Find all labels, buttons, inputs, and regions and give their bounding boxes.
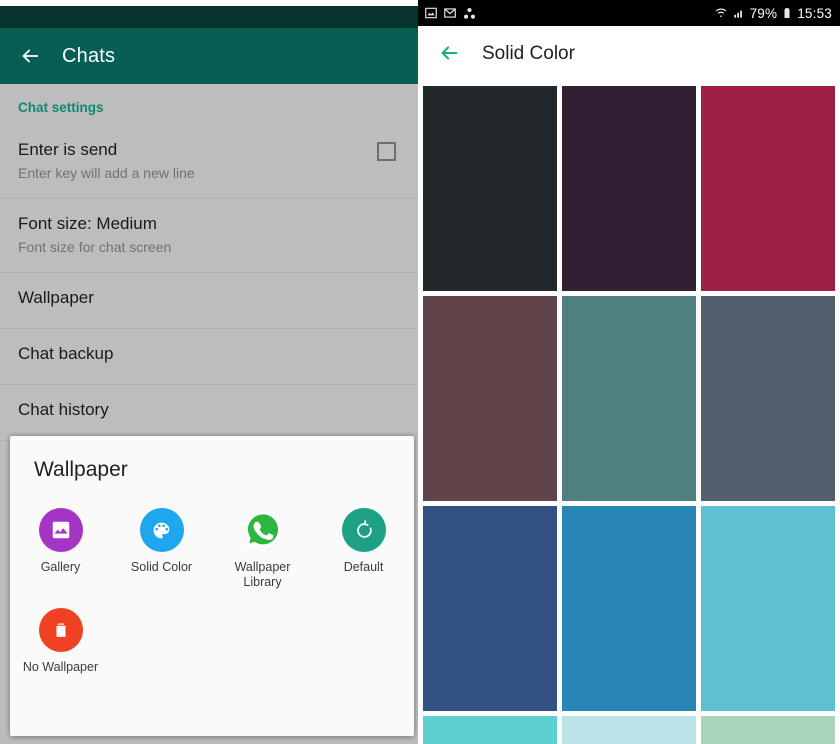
wifi-icon [714,6,728,20]
color-swatch-slate-blue[interactable] [701,296,835,501]
wallpaper-option-label: Wallpaper Library [234,560,291,589]
restore-icon [341,508,386,552]
wallpaper-dialog: Wallpaper Gallery Solid Color Wallpaper … [10,436,414,736]
section-header-chat-settings: Chat settings [18,100,104,115]
wallpaper-option-no-wallpaper[interactable]: No Wallpaper [10,604,111,675]
setting-title: Font size: Medium [18,214,157,233]
photo-icon [38,508,83,552]
wallpaper-option-solid-color[interactable]: Solid Color [111,504,212,590]
setting-title: Enter is send [18,140,118,159]
battery-percent: 79% [749,5,778,21]
status-indicators: 79% 15:53 [714,6,832,21]
enter-is-send-checkbox[interactable] [377,142,396,161]
clock: 15:53 [797,5,832,21]
setting-subtitle: Enter key will add a new line [18,165,195,181]
color-swatch-sky-blue[interactable] [701,506,835,711]
whatsapp-icon [241,508,285,552]
signal-bars-icon [732,6,746,20]
wallpaper-option-label: Default [343,560,384,574]
setting-title: Chat history [18,400,109,419]
scrollbar[interactable] [836,300,839,490]
left-app-bar: Chats [0,28,418,84]
wallpaper-option-label: Gallery [40,560,81,574]
setting-subtitle: Font size for chat screen [18,239,172,255]
page-title: Chats [62,44,116,67]
battery-icon [781,6,793,20]
setting-row-wallpaper[interactable]: Wallpaper [0,273,418,329]
right-status-bar: 79% 15:53 [418,0,840,26]
setting-row-font-size[interactable]: Font size: Medium Font size for chat scr… [0,199,418,273]
left-phone-screen: Chats Chat settings Enter is send Enter … [0,0,418,744]
palette-icon [139,508,184,552]
color-swatch-dark-plum[interactable] [562,86,696,291]
color-swatch-indigo-blue[interactable] [423,506,557,711]
wallpaper-option-label: No Wallpaper [22,660,99,674]
left-status-bar [0,6,418,28]
setting-row-chat-backup[interactable]: Chat backup [0,329,418,385]
dual-phone-screenshot: Chats Chat settings Enter is send Enter … [0,0,840,744]
wallpaper-option-gallery[interactable]: Gallery [10,504,111,590]
color-swatch-crimson[interactable] [701,86,835,291]
wallpaper-option-label: Solid Color [130,560,193,574]
color-swatch-charcoal[interactable] [423,86,557,291]
trash-icon [38,608,83,652]
wallpaper-options-grid: Gallery Solid Color Wallpaper Library De… [10,504,414,675]
solid-color-grid [418,86,840,744]
right-app-bar: Solid Color [418,26,840,82]
wallpaper-option-wallpaper-library[interactable]: Wallpaper Library [212,504,313,590]
dialog-title: Wallpaper [34,458,128,481]
back-icon[interactable] [18,44,42,68]
notification-icons [424,6,477,21]
color-swatch-muted-burgundy[interactable] [423,296,557,501]
setting-title: Wallpaper [18,288,94,307]
back-icon[interactable] [438,42,462,66]
page-title: Solid Color [482,43,575,64]
setting-title: Chat backup [18,344,114,363]
right-phone-screen: 79% 15:53 Solid Color [418,0,840,744]
screenshot-icon [424,6,438,20]
wallpaper-option-default[interactable]: Default [313,504,414,590]
setting-row-enter-is-send[interactable]: Enter is send Enter key will add a new l… [0,125,418,199]
color-swatch-turquoise[interactable] [423,716,557,744]
color-swatch-ocean-blue[interactable] [562,506,696,711]
color-swatch-pale-cyan[interactable] [562,716,696,744]
setting-row-chat-history[interactable]: Chat history [0,385,418,441]
email-icon [443,6,457,20]
color-swatch-teal[interactable] [562,296,696,501]
color-swatch-pale-green[interactable] [701,716,835,744]
connections-icon [462,6,477,21]
